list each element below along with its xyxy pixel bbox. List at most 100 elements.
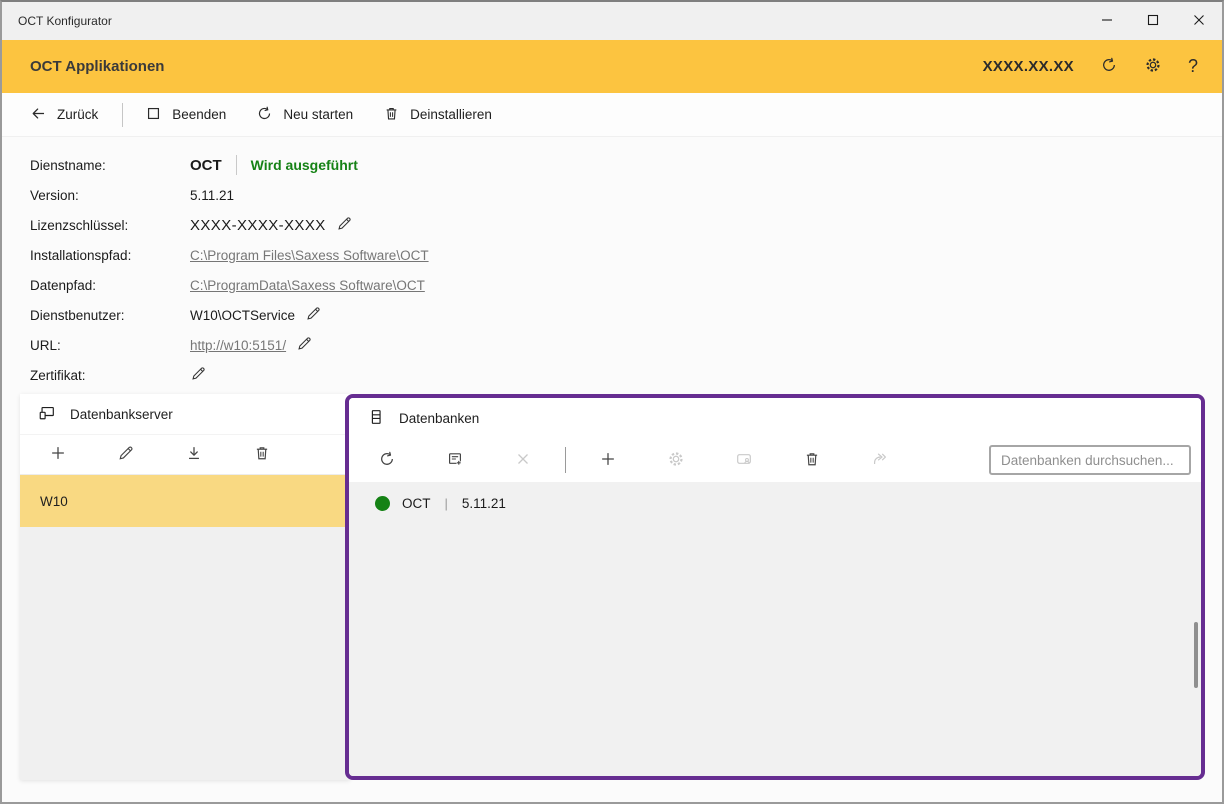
scrollbar-thumb[interactable]	[1194, 622, 1198, 688]
help-icon: ?	[1188, 56, 1198, 77]
field-label: Dienstbenutzer:	[30, 308, 190, 323]
field-label: Installationspfad:	[30, 248, 190, 263]
field-version: Version: 5.11.21	[30, 180, 429, 210]
service-name-value: OCT	[190, 157, 222, 174]
refresh-icon	[378, 450, 396, 471]
main-content: Dienstname: OCT Wird ausgeführt Version:…	[2, 137, 1222, 802]
status-dot-icon	[375, 496, 390, 511]
field-datenpfad: Datenpfad: C:\ProgramData\Saxess Softwar…	[30, 270, 429, 300]
close-button[interactable]	[1176, 2, 1222, 40]
db-name: OCT	[402, 496, 431, 511]
field-lizenzschluessel: Lizenzschlüssel: XXXX-XXXX-XXXX	[30, 210, 429, 240]
share-icon	[871, 450, 889, 471]
db-panel-header: Datenbanken	[349, 398, 1201, 438]
plus-icon	[49, 444, 67, 465]
edit-service-user-button[interactable]	[305, 305, 322, 325]
minimize-icon	[1101, 14, 1113, 29]
stop-square-icon	[145, 105, 162, 125]
back-label: Zurück	[57, 107, 98, 122]
field-label: Lizenzschlüssel:	[30, 218, 190, 233]
person-card-icon	[735, 450, 753, 471]
service-user-value: W10\OCTService	[190, 308, 295, 323]
toolbar-divider	[122, 103, 123, 127]
db-name-version-separator: |	[443, 496, 450, 511]
inspect-database-button[interactable]	[710, 441, 778, 479]
import-server-button[interactable]	[160, 436, 228, 474]
new-from-template-button[interactable]	[421, 441, 489, 479]
x-icon	[514, 450, 532, 471]
stop-service-button[interactable]: Beenden	[145, 105, 226, 125]
pencil-icon	[190, 365, 207, 385]
uninstall-label: Deinstallieren	[410, 107, 492, 122]
server-panel-header: Datenbankserver	[20, 394, 350, 434]
restart-service-button[interactable]: Neu starten	[256, 105, 353, 125]
server-list: W10	[20, 475, 350, 527]
app-window: OCT Konfigurator OCT Applikationen XXXX.…	[0, 0, 1224, 804]
db-list-item-oct[interactable]: OCT | 5.11.21	[349, 482, 1201, 511]
field-label: Version:	[30, 188, 190, 203]
help-button[interactable]: ?	[1188, 56, 1198, 77]
window-title: OCT Konfigurator	[2, 14, 1084, 28]
field-label: URL:	[30, 338, 190, 353]
field-label: Dienstname:	[30, 158, 190, 173]
field-dienstbenutzer: Dienstbenutzer: W10\OCTService	[30, 300, 429, 330]
refresh-databases-button[interactable]	[353, 441, 421, 479]
field-url: URL: http://w10:5151/	[30, 330, 429, 360]
gear-icon	[1144, 56, 1162, 77]
plus-icon	[599, 450, 617, 471]
add-server-button[interactable]	[24, 436, 92, 474]
settings-button[interactable]	[1144, 56, 1162, 77]
minimize-button[interactable]	[1084, 2, 1130, 40]
database-icon	[367, 408, 385, 429]
edit-license-button[interactable]	[336, 215, 353, 235]
database-search-input[interactable]	[989, 445, 1191, 475]
document-plus-icon	[446, 450, 464, 471]
pencil-icon	[305, 305, 322, 325]
back-button[interactable]: Zurück	[30, 105, 98, 125]
toolbar-divider	[565, 447, 566, 473]
service-status-badge: Wird ausgeführt	[251, 157, 358, 173]
service-url-link[interactable]: http://w10:5151/	[190, 338, 286, 353]
edit-url-button[interactable]	[296, 335, 313, 355]
pencil-icon	[336, 215, 353, 235]
edit-server-button[interactable]	[92, 436, 160, 474]
pencil-icon	[117, 444, 135, 465]
maximize-button[interactable]	[1130, 2, 1176, 40]
server-panel-title: Datenbankserver	[70, 407, 173, 422]
trash-icon	[253, 444, 271, 465]
restart-icon	[256, 105, 273, 125]
arrow-left-icon	[30, 105, 47, 125]
install-path-link[interactable]: C:\Program Files\Saxess Software\OCT	[190, 248, 429, 263]
server-list-item-w10[interactable]: W10	[20, 475, 350, 527]
data-path-link[interactable]: C:\ProgramData\Saxess Software\OCT	[190, 278, 425, 293]
share-database-button[interactable]	[846, 441, 914, 479]
stop-label: Beenden	[172, 107, 226, 122]
add-database-button[interactable]	[574, 441, 642, 479]
configure-database-button[interactable]	[642, 441, 710, 479]
uninstall-button[interactable]: Deinstallieren	[383, 105, 492, 125]
delete-database-button[interactable]	[778, 441, 846, 479]
app-header: OCT Applikationen XXXX.XX.XX ?	[2, 40, 1222, 93]
trash-icon	[803, 450, 821, 471]
refresh-icon	[1100, 56, 1118, 77]
field-label: Zertifikat:	[30, 368, 190, 383]
db-list: OCT | 5.11.21	[349, 482, 1201, 776]
version-value: 5.11.21	[190, 188, 234, 203]
clear-selection-button[interactable]	[489, 441, 557, 479]
title-bar: OCT Konfigurator	[2, 2, 1222, 40]
version-placeholder: XXXX.XX.XX	[983, 58, 1074, 75]
delete-server-button[interactable]	[228, 436, 296, 474]
header-actions: XXXX.XX.XX ?	[983, 56, 1198, 77]
maximize-icon	[1147, 14, 1159, 29]
edit-certificate-button[interactable]	[190, 365, 207, 385]
refresh-button[interactable]	[1100, 56, 1118, 77]
download-icon	[185, 444, 203, 465]
db-panel-title: Datenbanken	[399, 411, 479, 426]
license-key-value: XXXX-XXXX-XXXX	[190, 217, 326, 234]
page-title: OCT Applikationen	[30, 58, 983, 75]
service-details: Dienstname: OCT Wird ausgeführt Version:…	[30, 150, 429, 390]
status-divider	[236, 155, 237, 175]
databases-panel: Datenbanken OCT | 5.11.21	[345, 394, 1205, 780]
database-server-panel: Datenbankserver W10	[20, 394, 350, 780]
server-panel-toolbar	[20, 434, 350, 475]
